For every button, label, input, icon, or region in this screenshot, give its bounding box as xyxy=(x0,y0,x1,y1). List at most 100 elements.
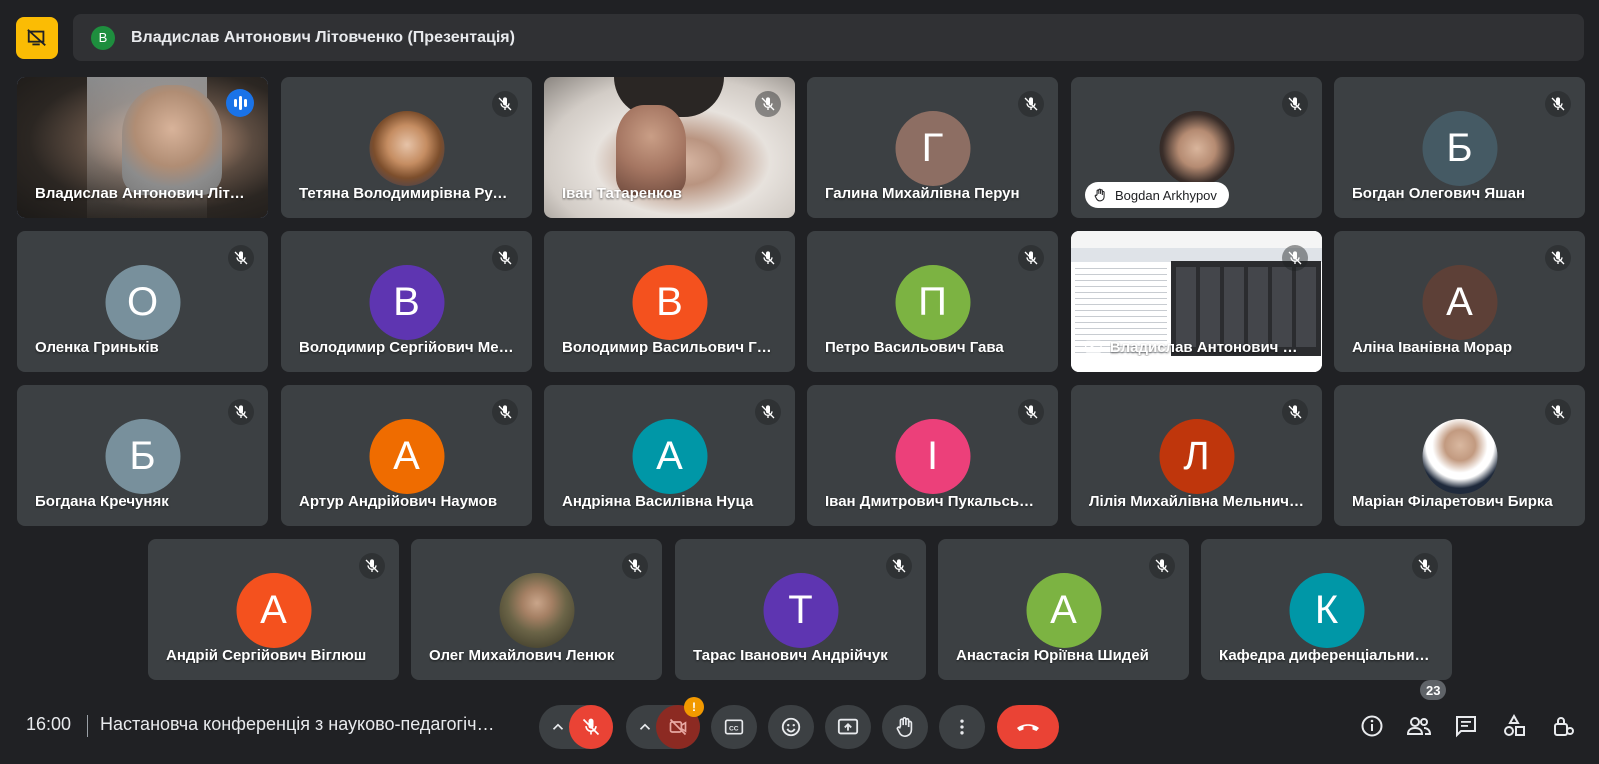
presenter-name: Владислав Антонович Літовченко xyxy=(1109,338,1304,356)
host-controls-icon xyxy=(1554,717,1574,736)
participant-tile[interactable]: К Кафедра диференціальних рівнянь xyxy=(1201,539,1452,680)
video-person xyxy=(616,105,686,195)
participant-name: Іван Дмитрович Пукальський xyxy=(825,493,1040,510)
present-screen-icon xyxy=(1085,340,1102,353)
participant-tile[interactable]: Б Богдана Кречуняк xyxy=(17,385,268,526)
mic-off-icon xyxy=(1282,91,1308,117)
participant-avatar: Л xyxy=(1159,419,1234,494)
participant-avatar: А xyxy=(1026,573,1101,648)
participant-tile[interactable]: А Андрій Сергійович Віглюш xyxy=(148,539,399,680)
mic-off-icon xyxy=(1545,91,1571,117)
present-now-button[interactable] xyxy=(825,705,871,749)
meeting-details-button[interactable] xyxy=(1356,710,1388,742)
presentation-label: Владислав Антонович Літовченко xyxy=(1085,338,1304,356)
mic-off-icon xyxy=(1412,553,1438,579)
participant-tile[interactable]: Т Тарас Іванович Андрійчук xyxy=(675,539,926,680)
participant-avatar: В xyxy=(369,265,444,340)
emoji-reactions-button[interactable] xyxy=(768,705,814,749)
mic-off-icon xyxy=(582,718,600,736)
participant-tile[interactable]: А Анастасія Юріївна Шидей xyxy=(938,539,1189,680)
participant-name: Галина Михайлівна Перун xyxy=(825,185,1020,202)
participant-tile[interactable]: В Володимир Васильович Гайович xyxy=(544,231,795,372)
mic-off-icon xyxy=(755,245,781,271)
people-button[interactable] xyxy=(1403,710,1435,742)
participant-tile[interactable]: Олег Михайлович Ленюк xyxy=(411,539,662,680)
raise-hand-button[interactable] xyxy=(882,705,928,749)
mic-off-icon xyxy=(228,399,254,425)
participant-tile[interactable]: В Володимир Сергійович Мельник xyxy=(281,231,532,372)
more-options-button[interactable] xyxy=(939,705,985,749)
participant-tile[interactable]: І Іван Дмитрович Пукальський xyxy=(807,385,1058,526)
participant-avatar: А xyxy=(369,419,444,494)
present-now-icon xyxy=(837,718,859,735)
participant-tile[interactable]: А Андріяна Василівна Нуца xyxy=(544,385,795,526)
mic-off-icon xyxy=(492,245,518,271)
participant-avatar: І xyxy=(895,419,970,494)
participant-name: Іван Татаренков xyxy=(562,185,682,202)
participant-name: Bogdan Arkhypov xyxy=(1115,187,1217,203)
participant-tile[interactable]: А Аліна Іванівна Морар xyxy=(1334,231,1585,372)
participant-avatar: В xyxy=(632,265,707,340)
camera-toggle-button[interactable]: ! xyxy=(656,697,704,749)
participant-name: Тетяна Володимирівна Руденко xyxy=(299,185,514,202)
mic-off-icon xyxy=(359,553,385,579)
camera-warning-badge: ! xyxy=(684,697,704,717)
mic-off-icon xyxy=(1282,399,1308,425)
participant-name: Лілія Михайлівна Мельничук xyxy=(1089,493,1304,510)
participant-avatar-photo xyxy=(369,111,444,186)
participant-tile[interactable]: А Артур Андрійович Наумов xyxy=(281,385,532,526)
captions-icon: CC xyxy=(724,719,744,735)
participant-name: Олег Михайлович Ленюк xyxy=(429,647,615,664)
presentation-tile[interactable]: Владислав Антонович Літовченко xyxy=(1071,231,1322,372)
captions-button[interactable]: CC xyxy=(711,705,757,749)
participant-tile[interactable]: Л Лілія Михайлівна Мельничук xyxy=(1071,385,1322,526)
mic-toggle-button[interactable] xyxy=(569,705,613,749)
chat-button[interactable] xyxy=(1450,710,1482,742)
participant-name: Артур Андрійович Наумов xyxy=(299,493,498,510)
meeting-title: Настановча конференція з науково-педагог… xyxy=(100,714,500,734)
host-controls-button[interactable] xyxy=(1547,710,1579,742)
emoji-icon xyxy=(781,717,801,737)
participant-name: Андріяна Василівна Нуца xyxy=(562,493,754,510)
participant-name: Володимир Васильович Гайович xyxy=(562,339,777,356)
chevron-up-icon[interactable] xyxy=(549,718,567,736)
chevron-up-icon[interactable] xyxy=(636,718,654,736)
audio-level-icon xyxy=(226,89,254,117)
participant-avatar: А xyxy=(236,573,311,648)
participant-name: Аліна Іванівна Морар xyxy=(1352,339,1512,356)
end-call-icon xyxy=(1017,724,1039,731)
mic-off-icon xyxy=(228,245,254,271)
mic-off-icon xyxy=(886,553,912,579)
mic-off-icon xyxy=(622,553,648,579)
participant-avatar-photo xyxy=(1422,419,1497,494)
participant-avatar: А xyxy=(1422,265,1497,340)
raised-hand-badge: Bogdan Arkhypov xyxy=(1085,182,1229,208)
mic-off-icon xyxy=(1545,399,1571,425)
participant-tile[interactable]: Владислав Антонович Літовченко xyxy=(17,77,268,218)
participant-tile[interactable]: Маріан Філаретович Бирка xyxy=(1334,385,1585,526)
mic-off-icon xyxy=(1018,91,1044,117)
mic-control-group xyxy=(539,705,613,749)
more-vert-icon xyxy=(960,719,964,735)
info-icon xyxy=(1361,715,1383,737)
raise-hand-icon xyxy=(896,717,913,737)
mic-off-icon xyxy=(1545,245,1571,271)
chat-icon xyxy=(1456,716,1476,738)
mic-off-icon xyxy=(492,91,518,117)
participant-tile[interactable]: Bogdan Arkhypov xyxy=(1071,77,1322,218)
participant-tile[interactable]: П Петро Васильович Гава xyxy=(807,231,1058,372)
participant-name: Маріан Філаретович Бирка xyxy=(1352,493,1553,510)
activities-button[interactable] xyxy=(1498,710,1530,742)
participant-tile[interactable]: Г Галина Михайлівна Перун xyxy=(807,77,1058,218)
meeting-time: 16:00 xyxy=(26,714,72,734)
participant-tile[interactable]: Б Богдан Олегович Яшан xyxy=(1334,77,1585,218)
mic-off-icon xyxy=(1018,245,1044,271)
participant-tile[interactable]: О Оленка Гриньків xyxy=(17,231,268,372)
participant-avatar: П xyxy=(895,265,970,340)
mic-off-icon xyxy=(755,399,781,425)
end-call-button[interactable] xyxy=(997,705,1059,749)
participant-tile[interactable]: Тетяна Володимирівна Руденко xyxy=(281,77,532,218)
camera-off-icon xyxy=(669,718,687,736)
participant-tile[interactable]: Іван Татаренков xyxy=(544,77,795,218)
mic-off-icon xyxy=(1018,399,1044,425)
